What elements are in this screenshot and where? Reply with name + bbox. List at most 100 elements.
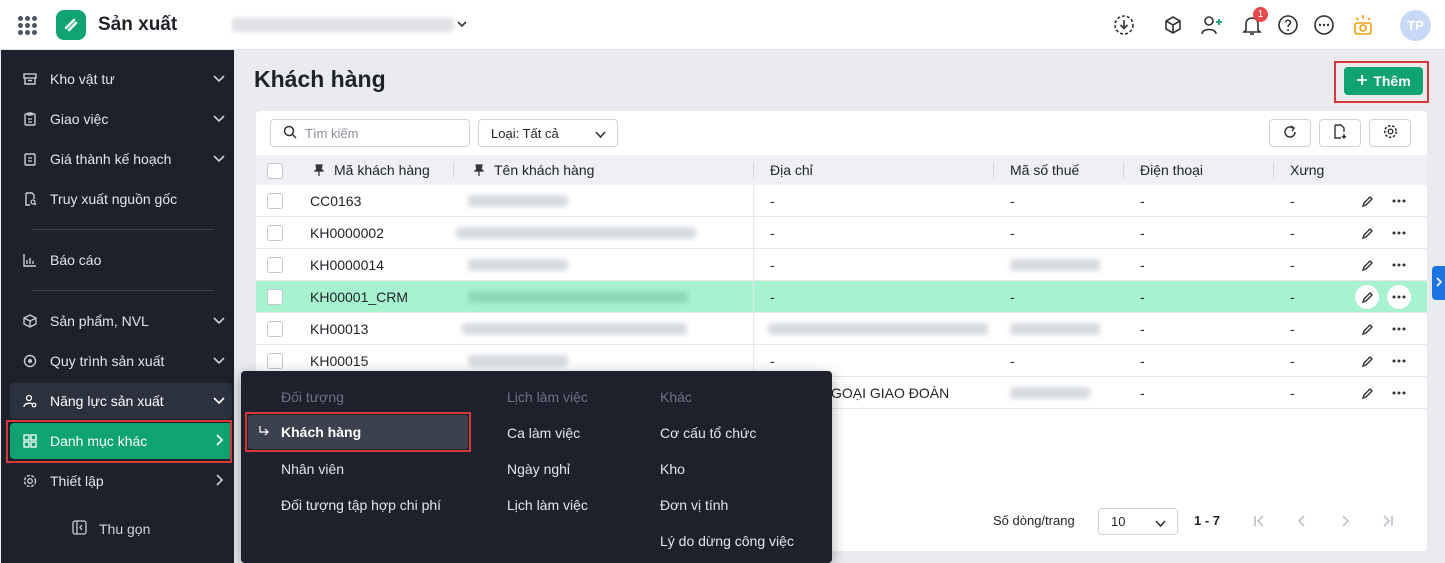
flyout-item-employees[interactable]: Nhân viên: [281, 461, 344, 477]
help-icon[interactable]: [1276, 13, 1300, 37]
sidebar-item-tasks[interactable]: Giao việc: [10, 101, 232, 137]
add-user-icon[interactable]: [1200, 13, 1224, 37]
edit-icon[interactable]: [1355, 349, 1379, 373]
sunrise-icon[interactable]: [1351, 13, 1375, 37]
more-actions-icon[interactable]: [1387, 253, 1411, 277]
flyout-heading-other: Khác: [660, 389, 692, 405]
rows-per-page-select[interactable]: 10: [1098, 508, 1178, 535]
last-page-icon[interactable]: [1380, 513, 1396, 529]
column-divider[interactable]: [453, 162, 454, 178]
column-header-address[interactable]: Địa chỉ: [770, 155, 813, 185]
row-checkbox[interactable]: [267, 257, 283, 273]
avatar[interactable]: TP: [1400, 10, 1431, 41]
column-header-tax-code[interactable]: Mã số thuế: [1010, 155, 1079, 185]
cell-phone: -: [1140, 321, 1145, 337]
highlight-box: [1334, 61, 1429, 103]
app-launcher-icon[interactable]: [18, 16, 37, 35]
flyout-item-shifts[interactable]: Ca làm việc: [507, 425, 580, 441]
flyout-item-warehouse[interactable]: Kho: [660, 461, 685, 477]
refresh-button[interactable]: [1269, 119, 1311, 147]
side-panel-toggle[interactable]: [1432, 266, 1445, 300]
flyout-item-org-structure[interactable]: Cơ cấu tổ chức: [660, 425, 756, 441]
collapse-label: Thu gọn: [99, 521, 151, 537]
highlight-box: [6, 420, 232, 463]
more-actions-icon[interactable]: [1387, 381, 1411, 405]
row-checkbox[interactable]: [267, 321, 283, 337]
table-row[interactable]: KH00013 - -: [256, 313, 1427, 345]
cell-phone: -: [1140, 353, 1145, 369]
edit-icon[interactable]: [1355, 189, 1379, 213]
pin-icon[interactable]: [314, 155, 324, 185]
edit-icon[interactable]: [1355, 221, 1379, 245]
rows-per-page-label: Số dòng/trang: [993, 513, 1075, 528]
sidebar-item-products[interactable]: Sản phẩm, NVL: [10, 303, 232, 339]
collapse-sidebar-button[interactable]: Thu gọn: [72, 520, 150, 538]
column-header-title[interactable]: Xưng: [1290, 155, 1324, 185]
flyout-item-units[interactable]: Đơn vị tính: [660, 497, 728, 513]
table-row[interactable]: KH0000014 - - -: [256, 249, 1427, 281]
chevron-down-icon: [212, 111, 226, 128]
more-actions-icon[interactable]: [1387, 221, 1411, 245]
column-header-name[interactable]: Tên khách hàng: [494, 155, 594, 185]
edit-icon[interactable]: [1355, 253, 1379, 277]
prev-page-icon[interactable]: [1294, 513, 1310, 529]
sidebar-item-capacity[interactable]: Năng lực sản xuất: [10, 383, 232, 419]
sidebar-item-inventory[interactable]: Kho vật tư: [10, 61, 232, 97]
select-all-checkbox[interactable]: [267, 163, 283, 179]
flyout-item-cost-objects[interactable]: Đối tượng tập hợp chi phí: [281, 497, 441, 513]
clipboard-icon: [22, 111, 38, 127]
pin-icon[interactable]: [474, 155, 484, 185]
sidebar-item-label: Quy trình sản xuất: [50, 353, 165, 369]
row-checkbox[interactable]: [267, 353, 283, 369]
more-actions-icon[interactable]: [1387, 189, 1411, 213]
top-bar: Sản xuất 1 TP: [0, 0, 1445, 50]
more-actions-icon[interactable]: [1387, 349, 1411, 373]
edit-icon[interactable]: [1355, 285, 1379, 309]
column-divider[interactable]: [753, 162, 754, 178]
chevron-down-icon[interactable]: [456, 17, 468, 33]
row-checkbox[interactable]: [267, 225, 283, 241]
edit-icon[interactable]: [1355, 317, 1379, 341]
search-input[interactable]: [305, 125, 455, 141]
package-icon[interactable]: [1161, 13, 1185, 37]
sidebar-item-reports[interactable]: Báo cáo: [10, 242, 232, 278]
cell-title: -: [1290, 225, 1295, 241]
download-icon[interactable]: [1112, 13, 1136, 37]
column-divider[interactable]: [1123, 162, 1124, 178]
export-button[interactable]: [1319, 119, 1361, 147]
more-actions-icon[interactable]: [1387, 285, 1411, 309]
next-page-icon[interactable]: [1337, 513, 1353, 529]
cell-address-redacted: [768, 313, 988, 345]
flyout-item-stop-reasons[interactable]: Lý do dừng công việc: [660, 533, 794, 549]
table-row-highlighted[interactable]: KH00001_CRM - - - -: [256, 281, 1427, 313]
edit-icon[interactable]: [1355, 381, 1379, 405]
cell-code: KH00013: [310, 321, 369, 337]
sidebar-item-label: Truy xuất nguồn gốc: [50, 191, 178, 207]
row-checkbox[interactable]: [267, 193, 283, 209]
doc-search-icon: [22, 191, 38, 207]
sidebar-item-traceability[interactable]: Truy xuất nguồn gốc: [10, 181, 232, 217]
sidebar-item-planned-cost[interactable]: Giá thành kế hoạch: [10, 141, 232, 177]
column-divider[interactable]: [1273, 162, 1274, 178]
table-row[interactable]: KH0000002 - - - -: [256, 217, 1427, 249]
sidebar-item-process[interactable]: Quy trình sản xuất: [10, 343, 232, 379]
column-header-phone[interactable]: Điện thoại: [1140, 155, 1203, 185]
type-filter-select[interactable]: Loại: Tất cả: [478, 119, 618, 147]
column-divider[interactable]: [993, 162, 994, 178]
column-header-code[interactable]: Mã khách hàng: [334, 155, 430, 185]
more-icon[interactable]: [1312, 13, 1336, 37]
cell-name-redacted: [468, 281, 688, 313]
archive-icon: [22, 71, 38, 87]
table-row[interactable]: CC0163 - - - -: [256, 185, 1427, 217]
first-page-icon[interactable]: [1251, 513, 1267, 529]
organization-name-redacted[interactable]: [232, 18, 454, 32]
search-field[interactable]: [270, 119, 470, 147]
sidebar-item-settings[interactable]: Thiết lập: [10, 463, 232, 499]
settings-button[interactable]: [1369, 119, 1411, 147]
more-actions-icon[interactable]: [1387, 317, 1411, 341]
row-checkbox[interactable]: [267, 289, 283, 305]
cell-tax-code-redacted: [1010, 249, 1100, 281]
chevron-down-icon: [1154, 517, 1167, 533]
flyout-item-holidays[interactable]: Ngày nghỉ: [507, 461, 570, 477]
flyout-item-work-calendar[interactable]: Lịch làm việc: [507, 497, 588, 513]
